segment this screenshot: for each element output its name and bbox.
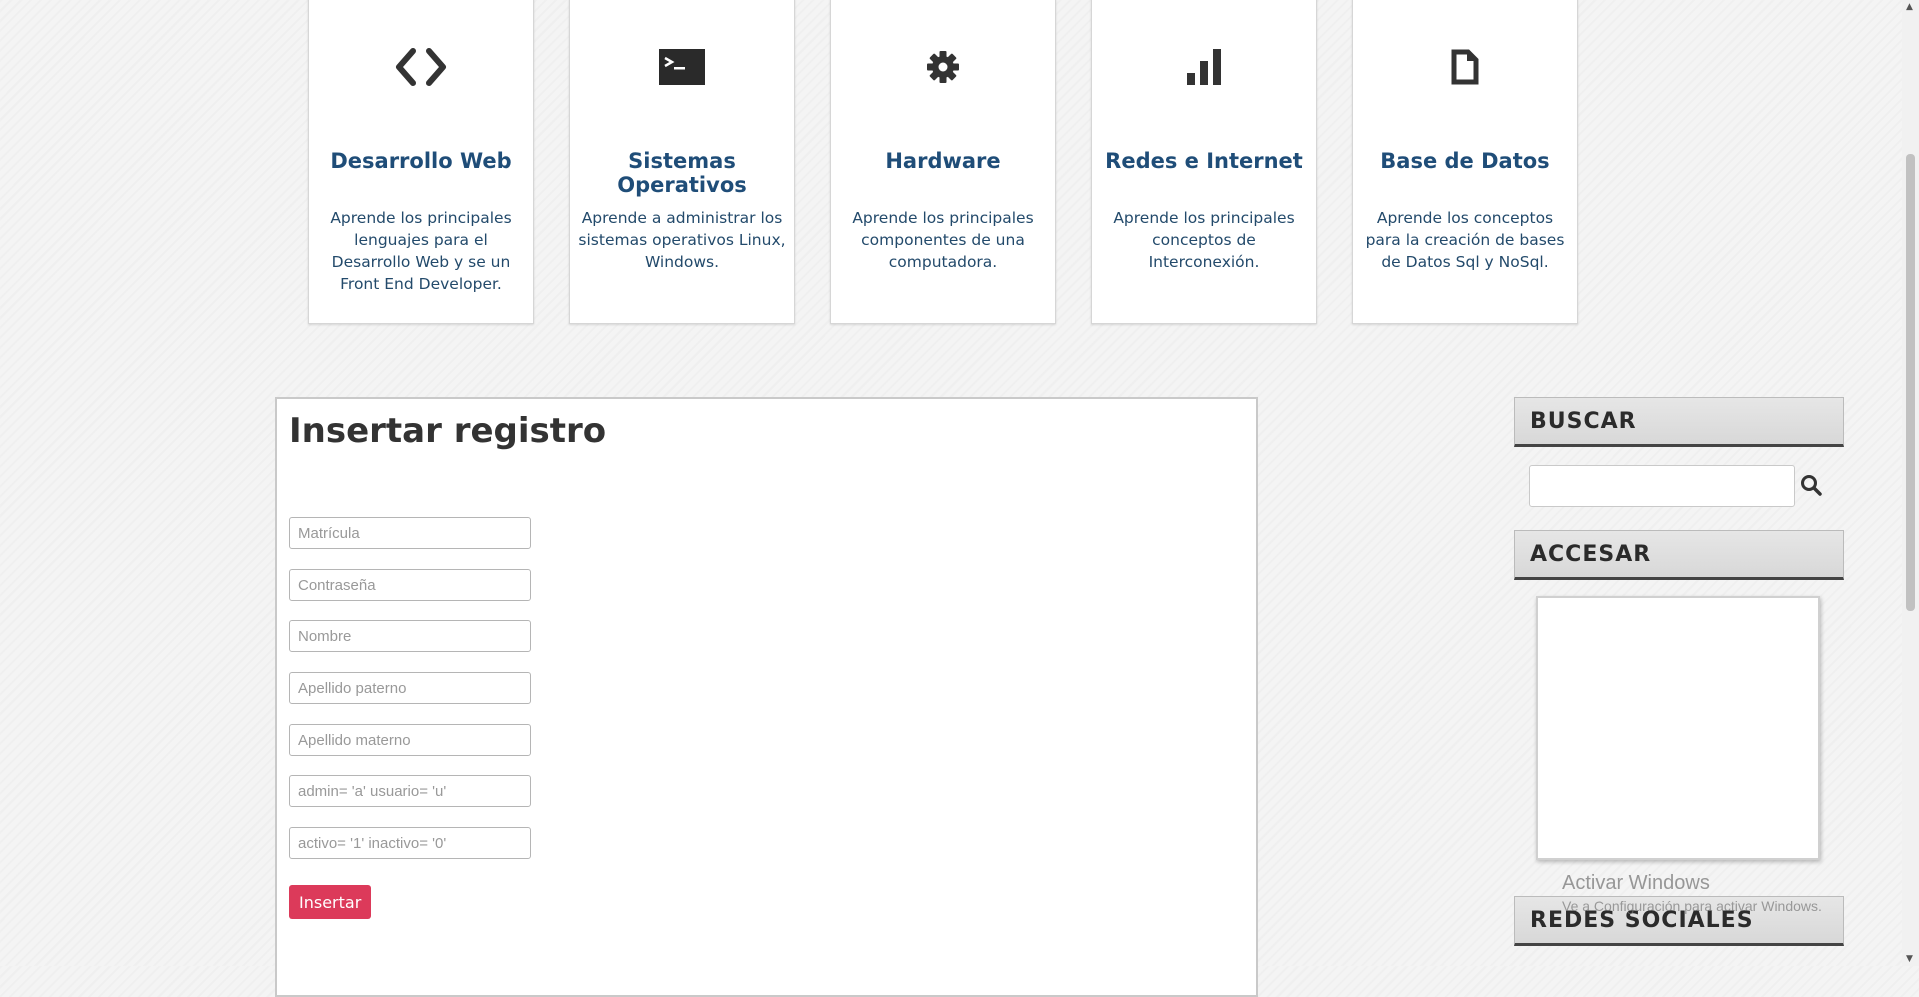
name-field[interactable] bbox=[289, 620, 531, 652]
signal-bars-icon bbox=[1092, 45, 1316, 89]
insert-button[interactable]: Insertar bbox=[289, 885, 372, 919]
gear-icon bbox=[831, 45, 1055, 89]
course-cards: Desarrollo Web Aprende los principales l… bbox=[308, 0, 1580, 326]
card-description: Aprende los principales lenguajes para e… bbox=[330, 209, 512, 293]
scroll-up-arrow-icon[interactable]: ▲ bbox=[1906, 2, 1913, 12]
card-description: Aprende los conceptos para la creación d… bbox=[1365, 209, 1565, 271]
maternal-surname-field[interactable] bbox=[289, 724, 531, 756]
status-field[interactable] bbox=[289, 827, 531, 859]
file-icon bbox=[1353, 45, 1577, 89]
card-title[interactable]: Base de Datos bbox=[1353, 149, 1577, 173]
scroll-thumb[interactable] bbox=[1906, 154, 1915, 611]
access-widget-title: ACCESAR bbox=[1514, 530, 1844, 580]
code-icon bbox=[309, 45, 533, 89]
role-field[interactable] bbox=[289, 775, 531, 807]
card-description: Aprende los principales componentes de u… bbox=[852, 209, 1034, 271]
terminal-icon bbox=[570, 45, 794, 89]
card-desarrollo-web[interactable]: Desarrollo Web Aprende los principales l… bbox=[308, 0, 534, 324]
paternal-surname-field[interactable] bbox=[289, 672, 531, 704]
matricula-field[interactable] bbox=[289, 517, 531, 549]
activation-watermark: Activar Windows bbox=[1562, 872, 1710, 894]
card-title[interactable]: Redes e Internet bbox=[1092, 149, 1316, 173]
search-button[interactable] bbox=[1797, 465, 1825, 507]
card-base-datos[interactable]: Base de Datos Aprende los conceptos para… bbox=[1352, 0, 1578, 324]
form-title: Insertar registro bbox=[289, 411, 607, 451]
card-description: Aprende los principales conceptos de Int… bbox=[1113, 209, 1295, 271]
card-description: Aprende a administrar los sistemas opera… bbox=[578, 209, 786, 271]
search-input[interactable] bbox=[1529, 465, 1795, 507]
activation-watermark-subtext: Ve a Configuración para activar Windows. bbox=[1562, 898, 1822, 914]
search-icon bbox=[1800, 474, 1822, 499]
card-title[interactable]: Desarrollo Web bbox=[309, 149, 533, 173]
insert-form-panel: Insertar registro Insertar bbox=[275, 397, 1258, 997]
card-title[interactable]: Sistemas Operativos bbox=[570, 149, 794, 197]
card-sistemas-operativos[interactable]: Sistemas Operativos Aprende a administra… bbox=[569, 0, 795, 324]
card-hardware[interactable]: Hardware Aprende los principales compone… bbox=[830, 0, 1056, 324]
card-redes-internet[interactable]: Redes e Internet Aprende los principales… bbox=[1091, 0, 1317, 324]
password-field[interactable] bbox=[289, 569, 531, 601]
card-title[interactable]: Hardware bbox=[831, 149, 1055, 173]
page-scrollbar[interactable]: ▲ ▼ bbox=[1902, 0, 1919, 966]
scroll-down-arrow-icon[interactable]: ▼ bbox=[1906, 954, 1913, 964]
search-widget-title: BUSCAR bbox=[1514, 397, 1844, 447]
login-frame[interactable] bbox=[1536, 596, 1820, 860]
